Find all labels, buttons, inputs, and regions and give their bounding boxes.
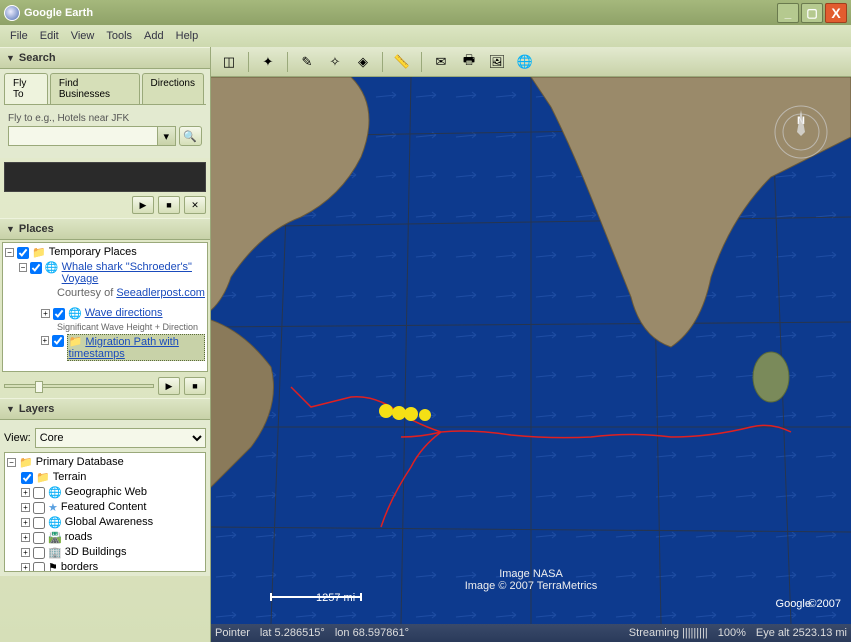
title-bar: Google Earth _ ▢ X <box>0 0 851 25</box>
earth-viewport[interactable]: N 1257 mi Image NASA Image © 2007 TerraM… <box>211 77 851 624</box>
search-panel-header[interactable]: ▼ Search <box>0 47 210 69</box>
layers-panel-header[interactable]: ▼ Layers <box>0 398 210 420</box>
lon-value: 68.597861° <box>353 627 409 639</box>
layers-tree[interactable]: −📁Primary Database 📁Terrain +🌐Geographic… <box>4 452 206 572</box>
stop-tour-button[interactable]: ■ <box>184 377 206 395</box>
minimize-button[interactable]: _ <box>777 3 799 23</box>
tree-expander[interactable]: + <box>21 533 30 542</box>
play-tour-button[interactable]: ▶ <box>158 377 180 395</box>
voyage-link[interactable]: Whale shark "Schroeder's" Voyage <box>62 261 205 285</box>
search-input[interactable] <box>8 126 158 146</box>
tree-expander[interactable]: + <box>21 488 30 497</box>
tree-checkbox[interactable] <box>33 502 45 514</box>
menu-file[interactable]: File <box>4 27 34 45</box>
places-tree[interactable]: − 📁 Temporary Places − 🌐 Whale shark "Sc… <box>2 242 208 372</box>
email-icon[interactable]: ✉ <box>429 51 453 73</box>
maximize-button[interactable]: ▢ <box>801 3 823 23</box>
voyage-courtesy: Courtesy of Seeadlerpost.com <box>57 287 205 299</box>
flyto-label: Fly to e.g., Hotels near JFK <box>8 113 202 124</box>
streaming-pct: 100% <box>718 627 746 639</box>
print-icon[interactable]: 🖶 <box>457 51 481 73</box>
sidebar-toggle-icon[interactable]: ◫ <box>217 51 241 73</box>
map-credit-1: Image NASA <box>499 568 563 580</box>
tree-checkbox[interactable] <box>53 308 65 320</box>
close-button[interactable]: X <box>825 3 847 23</box>
view-label: View: <box>4 432 31 444</box>
tree-expander[interactable]: + <box>21 548 30 557</box>
tree-checkbox[interactable] <box>21 472 33 484</box>
search-results-area <box>4 162 206 192</box>
globe-icon[interactable]: 🌐 <box>513 51 537 73</box>
path-icon[interactable]: ✧ <box>323 51 347 73</box>
copyright: ©2007 <box>808 598 841 610</box>
menu-help[interactable]: Help <box>170 27 205 45</box>
menu-bar: File Edit View Tools Add Help <box>0 25 851 47</box>
places-panel-header[interactable]: ▼ Places <box>0 218 210 240</box>
migration-link[interactable]: Migration Path with timestamps <box>69 336 179 360</box>
collapse-icon: ▼ <box>6 224 15 234</box>
placemark-icon[interactable]: ✦ <box>256 51 280 73</box>
tab-flyto[interactable]: Fly To <box>4 73 48 104</box>
play-button[interactable]: ▶ <box>132 196 154 214</box>
streaming-label: Streaming ||||||||| <box>629 627 708 639</box>
wave-sub: Significant Wave Height + Direction <box>57 322 198 332</box>
gallery-icon[interactable]: 🖼 <box>485 51 509 73</box>
tree-checkbox[interactable] <box>33 547 45 559</box>
lat-value: 5.286515° <box>275 627 325 639</box>
tree-expander[interactable]: + <box>41 336 49 345</box>
pointer-label: Pointer <box>215 627 250 639</box>
places-title: Places <box>19 223 54 235</box>
tree-checkbox[interactable] <box>52 335 64 347</box>
stop-button[interactable]: ■ <box>158 196 180 214</box>
tree-expander[interactable]: + <box>21 503 30 512</box>
sidebar: ▼ Search Fly To Find Businesses Directio… <box>0 47 211 642</box>
tree-expander[interactable]: + <box>41 309 50 318</box>
tree-expander[interactable]: + <box>21 563 30 572</box>
tree-checkbox[interactable] <box>33 562 45 572</box>
tour-slider[interactable] <box>4 384 154 388</box>
layers-title: Layers <box>19 403 54 415</box>
app-icon <box>4 5 20 21</box>
search-go-button[interactable]: 🔍 <box>179 126 202 146</box>
tree-checkbox[interactable] <box>30 262 42 274</box>
search-dropdown-button[interactable]: ▾ <box>158 126 176 146</box>
tree-expander[interactable]: + <box>21 518 30 527</box>
status-bar: Pointer lat 5.286515° lon 68.597861° Str… <box>211 624 851 642</box>
view-select[interactable]: Core <box>35 428 206 448</box>
search-title: Search <box>19 52 56 64</box>
tab-findbiz[interactable]: Find Businesses <box>50 73 140 104</box>
tree-expander[interactable]: − <box>7 458 16 467</box>
tab-directions[interactable]: Directions <box>142 73 204 104</box>
map-credit-2: Image © 2007 TerraMetrics <box>465 580 598 592</box>
collapse-icon: ▼ <box>6 404 15 414</box>
temp-places-label: Temporary Places <box>49 246 137 258</box>
map-toolbar: ◫ ✦ ✎ ✧ ◈ 📏 ✉ 🖶 🖼 🌐 <box>211 47 851 77</box>
scale-label: 1257 mi <box>316 592 355 604</box>
ruler-icon[interactable]: 📏 <box>390 51 414 73</box>
tree-checkbox[interactable] <box>33 532 45 544</box>
wave-link[interactable]: Wave directions <box>85 307 163 319</box>
menu-add[interactable]: Add <box>138 27 170 45</box>
tree-expander[interactable]: − <box>19 263 27 272</box>
tree-expander[interactable]: − <box>5 248 14 257</box>
tree-checkbox[interactable] <box>33 487 45 499</box>
window-title: Google Earth <box>24 7 93 19</box>
overlay-icon[interactable]: ◈ <box>351 51 375 73</box>
menu-tools[interactable]: Tools <box>100 27 138 45</box>
tree-checkbox[interactable] <box>33 517 45 529</box>
menu-view[interactable]: View <box>65 27 101 45</box>
clear-button[interactable]: ✕ <box>184 196 206 214</box>
polygon-icon[interactable]: ✎ <box>295 51 319 73</box>
tree-checkbox[interactable] <box>17 247 29 259</box>
menu-edit[interactable]: Edit <box>34 27 65 45</box>
collapse-icon: ▼ <box>6 53 15 63</box>
eyealt-value: 2523.13 mi <box>793 627 847 639</box>
google-logo: Google <box>776 598 811 610</box>
